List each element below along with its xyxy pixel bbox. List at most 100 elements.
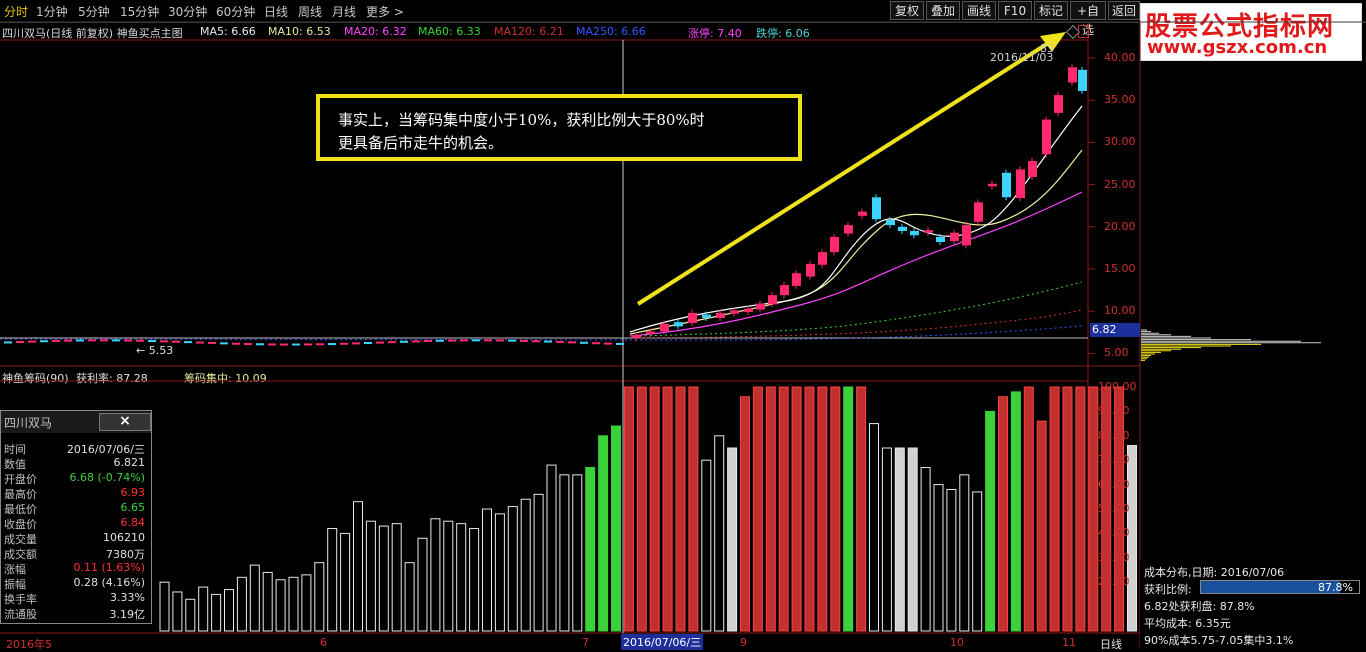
chip-bar bbox=[598, 435, 609, 632]
trend-arrow bbox=[636, 40, 1052, 306]
chip-bar bbox=[675, 386, 686, 632]
close-icon[interactable]: × bbox=[99, 413, 151, 431]
low-price-mark: ← 5.53 bbox=[136, 344, 174, 357]
candle bbox=[4, 341, 12, 344]
candle bbox=[632, 334, 641, 339]
data-window-title: 四川双马 bbox=[4, 416, 53, 430]
chip-bar bbox=[688, 386, 699, 632]
candle bbox=[858, 211, 867, 216]
date-label-sep: 9 bbox=[740, 636, 747, 649]
price-axis-tick: 25.00 bbox=[1104, 177, 1136, 191]
chip-bar bbox=[649, 386, 660, 632]
price-axis-tick: 20.00 bbox=[1104, 219, 1136, 233]
price-tag: 6.82 bbox=[1090, 323, 1140, 337]
candle bbox=[100, 339, 108, 342]
chip-bar bbox=[714, 435, 725, 632]
candle bbox=[220, 342, 228, 345]
candle bbox=[112, 339, 120, 342]
chip-bar bbox=[985, 410, 996, 632]
candle bbox=[520, 339, 528, 342]
candle bbox=[580, 341, 588, 344]
candle bbox=[460, 339, 468, 342]
current-date-label: 2016/07/06/三 bbox=[621, 634, 704, 650]
chip-bar bbox=[198, 586, 209, 632]
chip-bar bbox=[856, 386, 867, 632]
candle bbox=[660, 323, 669, 332]
data-row: 开盘价 6.68 (-0.74%) bbox=[1, 471, 151, 486]
candle bbox=[208, 341, 216, 344]
candle bbox=[1028, 160, 1037, 178]
chip-bar bbox=[211, 593, 222, 632]
data-row-key: 换手率 bbox=[4, 593, 37, 606]
data-row-key: 最高价 bbox=[4, 488, 37, 501]
chip-bar bbox=[817, 386, 828, 632]
candle bbox=[950, 232, 959, 242]
candle bbox=[1078, 69, 1087, 91]
candle bbox=[924, 230, 933, 233]
price-axis-tick: 15.00 bbox=[1104, 262, 1136, 275]
candle bbox=[674, 322, 683, 327]
chip-bar bbox=[236, 576, 247, 632]
window-icon[interactable] bbox=[1078, 25, 1089, 38]
candle bbox=[792, 273, 801, 286]
chip-bar bbox=[1062, 386, 1073, 632]
candle bbox=[1042, 119, 1051, 155]
chip-bar bbox=[301, 574, 312, 632]
candle bbox=[716, 312, 725, 318]
sub-axis-tick: 30.00 bbox=[1098, 550, 1130, 564]
cost-date: 成本分布,日期: 2016/07/06 bbox=[1144, 566, 1285, 579]
candle bbox=[376, 341, 384, 344]
chip-bar bbox=[611, 425, 621, 632]
data-window-header[interactable]: 四川双马 × bbox=[1, 411, 151, 433]
chip-bar bbox=[404, 562, 415, 632]
data-row-value: 7380万 bbox=[106, 548, 145, 561]
chip-bar bbox=[1088, 386, 1099, 632]
chip-bar bbox=[482, 508, 492, 632]
candle bbox=[76, 339, 84, 342]
data-row-value: 3.33% bbox=[110, 591, 145, 604]
chip-bar bbox=[353, 501, 363, 632]
candle bbox=[556, 340, 564, 343]
candle bbox=[898, 226, 907, 232]
chip-bar bbox=[701, 459, 712, 632]
chip-bar bbox=[1075, 386, 1086, 632]
data-row-key: 收盘价 bbox=[4, 518, 37, 531]
chip-bar bbox=[378, 525, 389, 632]
chip-bar bbox=[275, 579, 286, 632]
candle bbox=[136, 339, 144, 342]
data-row-value: 6.821 bbox=[113, 456, 146, 469]
low-price-value: 5.53 bbox=[148, 344, 174, 357]
chip-bar bbox=[791, 386, 802, 632]
candle bbox=[184, 341, 192, 344]
candle bbox=[544, 340, 552, 343]
date-label-jun: 6 bbox=[320, 636, 327, 649]
candle bbox=[988, 183, 997, 187]
candle bbox=[400, 340, 408, 343]
high-value-mark: 83 bbox=[1040, 42, 1054, 55]
period-indicator[interactable]: 日线 bbox=[1100, 636, 1122, 652]
candle bbox=[40, 340, 48, 343]
candle bbox=[910, 231, 919, 236]
chip-bar bbox=[933, 484, 944, 632]
candle bbox=[646, 331, 655, 334]
data-row: 时间 2016/07/06/三 bbox=[1, 441, 151, 456]
candle bbox=[244, 343, 252, 346]
data-row-key: 开盘价 bbox=[4, 473, 37, 486]
candle bbox=[280, 343, 288, 346]
chip-bar bbox=[327, 528, 338, 632]
candle bbox=[1016, 169, 1025, 199]
candle bbox=[232, 342, 240, 345]
chip-bar bbox=[727, 447, 738, 632]
chip-bar bbox=[469, 528, 480, 632]
data-window[interactable]: 四川双马 × 时间 2016/07/06/三 数值 6.821 开盘价 6.68 (-0.… bbox=[0, 410, 152, 624]
data-row-value: 6.65 bbox=[120, 501, 146, 514]
profit-at-price: 6.82处获利盘: 87.8% bbox=[1144, 600, 1255, 613]
candle bbox=[592, 342, 600, 345]
profit-ratio-bar: 87.8% bbox=[1200, 580, 1360, 594]
chip-bar bbox=[159, 581, 170, 632]
data-row-key: 时间 bbox=[4, 443, 26, 456]
candle bbox=[28, 340, 36, 343]
candle bbox=[616, 342, 624, 345]
data-row: 振幅 0.28 (4.16%) bbox=[1, 576, 151, 591]
data-row-key: 成交额 bbox=[4, 548, 37, 561]
